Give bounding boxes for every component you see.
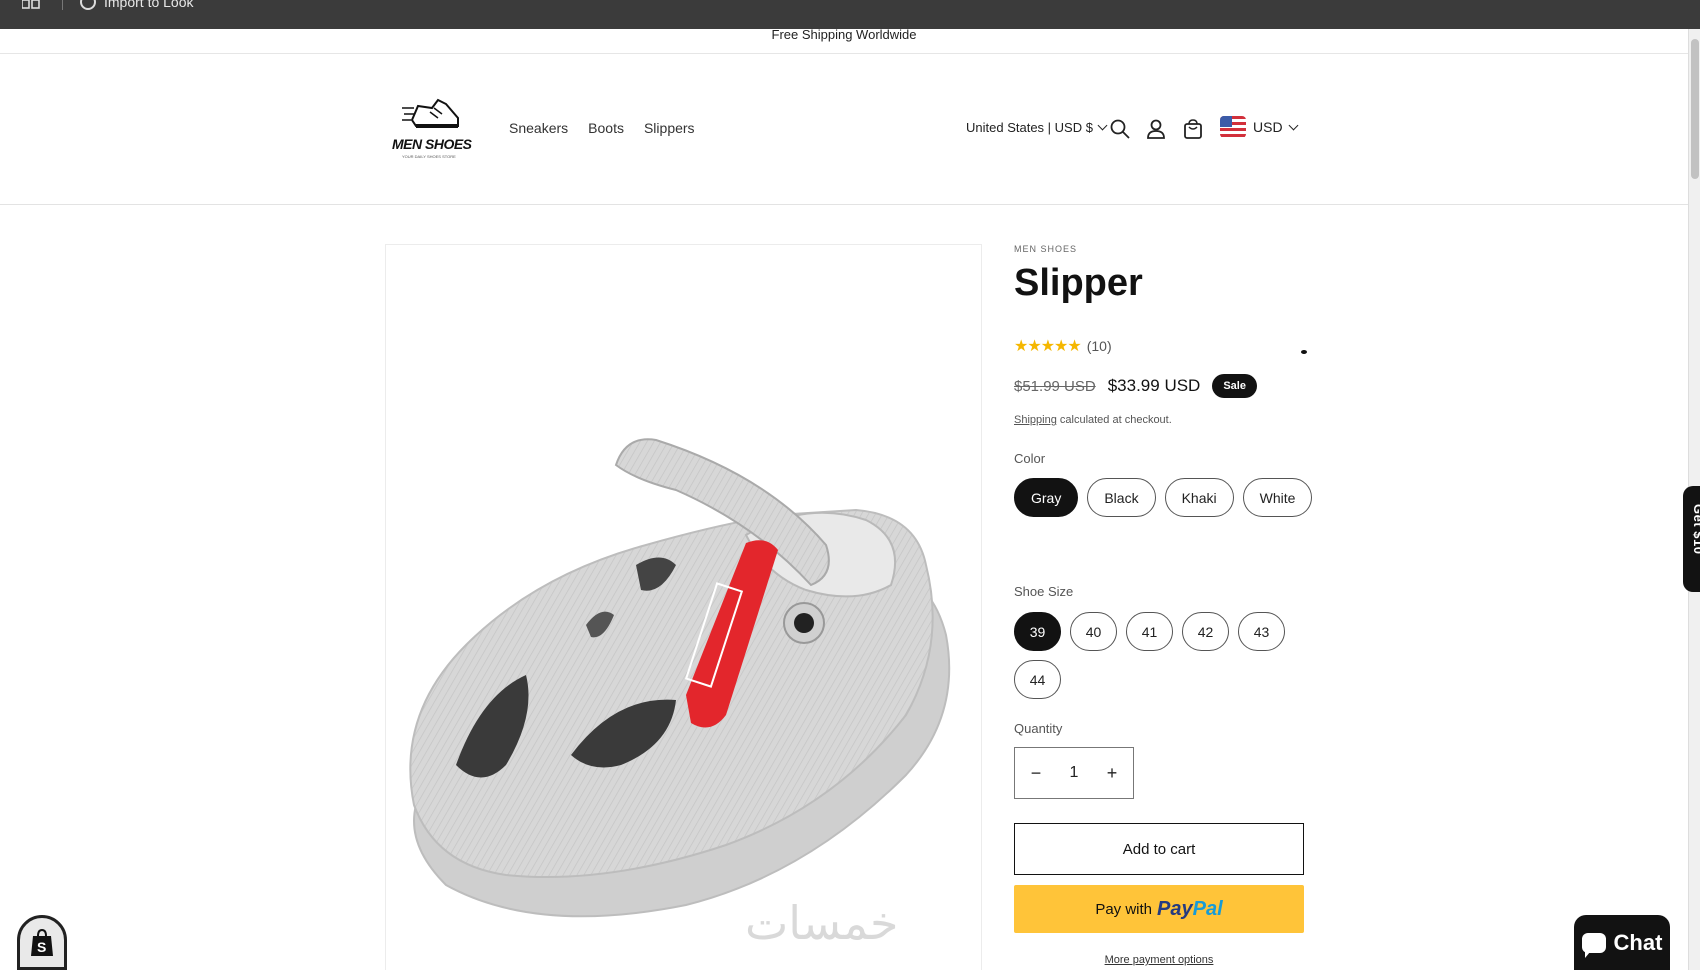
quantity-minus-button[interactable]: − bbox=[1029, 763, 1043, 784]
slipper-image bbox=[409, 438, 951, 918]
get-discount-label: Get $10 bbox=[1691, 504, 1700, 555]
color-option-white[interactable]: White bbox=[1242, 478, 1313, 517]
shipping-text: calculated at checkout. bbox=[1056, 414, 1172, 426]
chevron-down-icon bbox=[1097, 120, 1108, 131]
shipping-link[interactable]: Shipping bbox=[1014, 414, 1057, 426]
size-option-39[interactable]: 39 bbox=[1014, 612, 1061, 651]
paypal-prefix: Pay with bbox=[1095, 900, 1153, 918]
add-to-cart-button[interactable]: Add to cart bbox=[1014, 823, 1304, 875]
svg-text:S: S bbox=[37, 939, 46, 955]
chat-bubble-icon bbox=[1581, 932, 1606, 958]
quantity-plus-button[interactable]: + bbox=[1105, 763, 1119, 784]
chat-label: Chat bbox=[1613, 929, 1663, 955]
main-nav: Sneakers Boots Slippers bbox=[509, 120, 695, 136]
cart-icon[interactable] bbox=[1182, 118, 1204, 140]
chat-button[interactable]: Chat bbox=[1574, 915, 1670, 970]
currency-label: USD bbox=[1253, 119, 1283, 135]
rating-count: (10) bbox=[1086, 338, 1112, 354]
quantity-stepper: − 1 + bbox=[1014, 747, 1134, 799]
size-option-44[interactable]: 44 bbox=[1014, 660, 1061, 699]
quantity-label: Quantity bbox=[1014, 721, 1063, 736]
paypal-button[interactable]: Pay with PayPal bbox=[1014, 885, 1304, 933]
site-header: MEN SHOES YOUR DAILY SHOES STORE Sneaker… bbox=[0, 54, 1688, 205]
size-option-40[interactable]: 40 bbox=[1070, 612, 1117, 651]
check-circle-icon bbox=[80, 0, 96, 10]
cursor-dot bbox=[1301, 350, 1307, 354]
product-image[interactable] bbox=[385, 244, 982, 970]
import-button[interactable]: Import to Look bbox=[80, 0, 194, 10]
sale-badge: Sale bbox=[1212, 374, 1257, 398]
size-options: 39 40 41 42 43 44 bbox=[1014, 612, 1314, 699]
import-label: Import to Look bbox=[104, 0, 194, 10]
currency-selector[interactable]: USD bbox=[1220, 116, 1299, 138]
sneaker-logo-icon bbox=[402, 98, 459, 128]
nav-link-sneakers[interactable]: Sneakers bbox=[509, 120, 568, 136]
grid-icon[interactable] bbox=[22, 0, 40, 10]
store-logo[interactable]: MEN SHOES YOUR DAILY SHOES STORE bbox=[392, 94, 472, 166]
search-icon[interactable] bbox=[1109, 118, 1131, 140]
size-label: Shoe Size bbox=[1014, 584, 1074, 599]
color-label: Color bbox=[1014, 451, 1046, 466]
country-selector[interactable]: United States | USD $ bbox=[966, 120, 1108, 135]
get-discount-tab[interactable]: Get $10 bbox=[1683, 486, 1700, 592]
shipping-note: Shipping calculated at checkout. bbox=[1014, 414, 1172, 426]
us-flag-icon bbox=[1220, 116, 1246, 138]
nav-link-slippers[interactable]: Slippers bbox=[644, 120, 695, 136]
product-vendor: MEN SHOES bbox=[1014, 244, 1078, 254]
size-option-43[interactable]: 43 bbox=[1238, 612, 1285, 651]
paypal-logo-part2: Pal bbox=[1192, 897, 1223, 920]
paypal-logo: PayPal bbox=[1157, 898, 1223, 921]
color-options: Gray Black Khaki White bbox=[1014, 478, 1314, 517]
quantity-input[interactable]: 1 bbox=[1070, 764, 1079, 782]
account-icon[interactable] bbox=[1145, 118, 1167, 140]
size-option-41[interactable]: 41 bbox=[1126, 612, 1173, 651]
compare-at-price: $51.99 USD bbox=[1014, 377, 1096, 395]
size-option-42[interactable]: 42 bbox=[1182, 612, 1229, 651]
color-option-khaki[interactable]: Khaki bbox=[1164, 478, 1234, 517]
product-title: Slipper bbox=[1014, 262, 1143, 304]
country-label: United States | USD $ bbox=[966, 120, 1093, 135]
color-option-gray[interactable]: Gray bbox=[1014, 478, 1079, 517]
logo-tagline: YOUR DAILY SHOES STORE bbox=[402, 154, 456, 159]
shopify-badge[interactable]: S bbox=[17, 915, 67, 970]
extension-toolbar: Import to Look bbox=[0, 0, 1700, 29]
nav-link-boots[interactable]: Boots bbox=[588, 120, 624, 136]
color-option-black[interactable]: Black bbox=[1087, 478, 1156, 517]
logo-text: MEN SHOES bbox=[392, 136, 472, 152]
star-rating-icon: ★★★★★ bbox=[1014, 338, 1082, 355]
shopify-bag-icon: S bbox=[31, 928, 53, 956]
announcement-text: Free Shipping Worldwide bbox=[771, 29, 917, 42]
toolbar-divider bbox=[62, 0, 63, 10]
product-rating[interactable]: ★★★★★ (10) bbox=[1014, 336, 1112, 356]
scrollbar-thumb[interactable] bbox=[1691, 39, 1699, 179]
paypal-logo-part1: Pay bbox=[1157, 897, 1193, 920]
watermark-text: خمسات bbox=[745, 896, 899, 950]
chevron-down-icon bbox=[1288, 120, 1299, 130]
announcement-bar: Free Shipping Worldwide bbox=[0, 29, 1688, 54]
product-price: $51.99 USD $33.99 USD Sale bbox=[1014, 374, 1257, 398]
more-payment-options-link[interactable]: More payment options bbox=[1014, 954, 1304, 966]
sale-price: $33.99 USD bbox=[1107, 376, 1201, 395]
